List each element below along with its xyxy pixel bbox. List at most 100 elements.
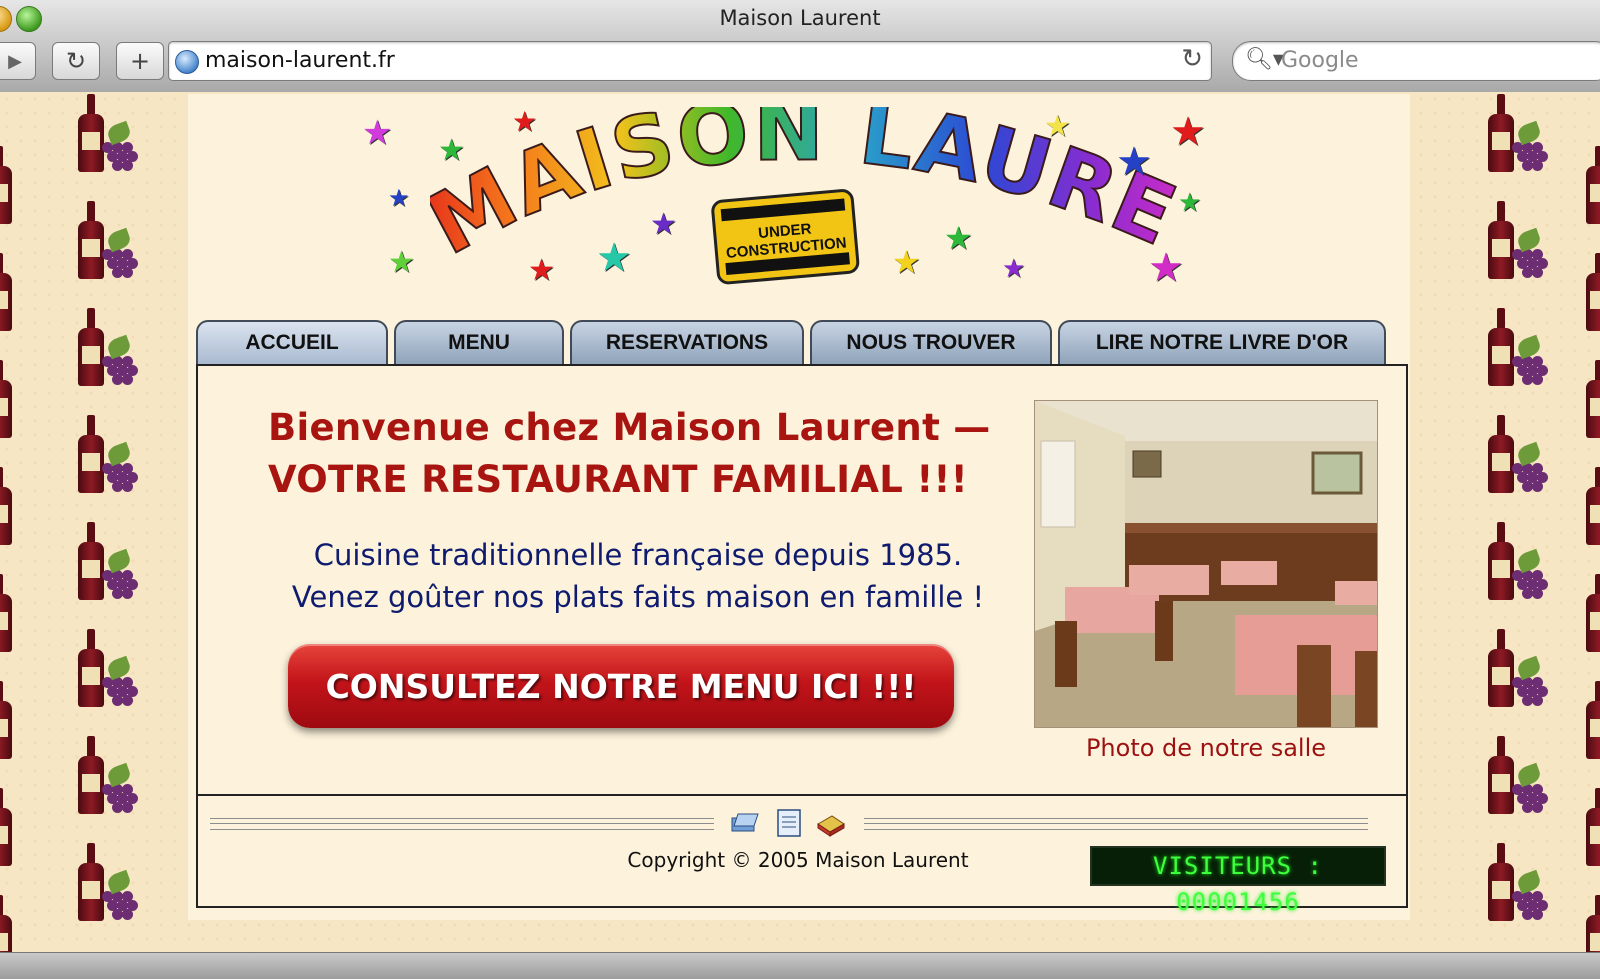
welcome-line-1: Bienvenue chez Maison Laurent — xyxy=(268,406,991,449)
wine-bottle-icon xyxy=(1488,629,1514,707)
intro-text: Cuisine traditionnelle française depuis … xyxy=(238,534,1038,618)
grapes-icon xyxy=(1512,249,1550,279)
window-bottom-bar xyxy=(0,952,1600,979)
grapes-icon xyxy=(102,356,140,386)
tab-label: RESERVATIONS xyxy=(605,331,769,354)
wine-bottle-icon xyxy=(0,146,12,224)
main-navigation: ACCUEIL MENU RESERVATIONS NOUS TROUVER L… xyxy=(196,320,1406,364)
content-panel: Bienvenue chez Maison Laurent — VOTRE RE… xyxy=(196,364,1408,916)
grapes-icon xyxy=(102,677,140,707)
grapes-icon xyxy=(1512,463,1550,493)
wine-bottle-icon xyxy=(78,94,104,172)
wine-bottle-icon xyxy=(1488,308,1514,386)
wine-bottle-icon xyxy=(0,895,12,952)
address-text[interactable]: maison-laurent.fr xyxy=(205,48,395,73)
wine-bottle-icon xyxy=(1586,574,1600,652)
wine-bottle-icon xyxy=(78,201,104,279)
search-field[interactable]: 🔍︎▾ Google xyxy=(1232,41,1600,81)
wine-bottle-icon xyxy=(1586,788,1600,866)
footer-divider xyxy=(198,794,1406,796)
star-icon: ★ xyxy=(1178,188,1202,218)
grapes-icon xyxy=(102,570,140,600)
reload-button[interactable]: ↻ xyxy=(52,42,100,80)
address-reload-icon[interactable]: ↻ xyxy=(1181,44,1203,74)
grapes-icon xyxy=(1512,891,1550,921)
wine-bottle-icon xyxy=(0,681,12,759)
star-icon: ★ xyxy=(1116,139,1152,185)
wine-bottle-icon xyxy=(1586,253,1600,331)
tab-accueil[interactable]: ACCUEIL xyxy=(196,320,388,364)
wine-bottle-icon xyxy=(1488,94,1514,172)
grapes-icon xyxy=(1512,784,1550,814)
wine-bottle-icon xyxy=(1586,681,1600,759)
window-titlebar: Maison Laurent xyxy=(0,0,1600,36)
site-favicon-icon xyxy=(175,50,199,74)
guestbook-icon[interactable] xyxy=(816,808,846,838)
tab-nous-trouver[interactable]: NOUS TROUVER xyxy=(810,320,1052,364)
address-bar[interactable]: maison-laurent.fr ↻ xyxy=(168,41,1212,81)
grapes-icon xyxy=(102,463,140,493)
grapes-icon xyxy=(102,784,140,814)
wine-bottle-icon xyxy=(1586,360,1600,438)
tab-label: NOUS TROUVER xyxy=(846,331,1016,354)
tab-label: MENU xyxy=(448,331,510,354)
wine-bottle-icon xyxy=(0,574,12,652)
email-icon[interactable] xyxy=(730,808,760,838)
star-icon: ★ xyxy=(1148,245,1184,291)
wine-bottle-icon xyxy=(78,843,104,921)
right-divider-line xyxy=(864,818,1368,830)
star-icon: ★ xyxy=(528,253,555,288)
view-menu-button[interactable]: CONSULTEZ NOTRE MENU ICI !!! xyxy=(288,644,954,728)
star-icon: ★ xyxy=(650,207,677,242)
grapes-icon xyxy=(102,142,140,172)
star-icon: ★ xyxy=(388,184,410,212)
wine-bottle-icon xyxy=(1488,201,1514,279)
star-icon: ★ xyxy=(362,113,393,153)
wine-bottle-icon xyxy=(0,360,12,438)
tab-livre-dor[interactable]: LIRE NOTRE LIVRE D'OR xyxy=(1058,320,1386,364)
grapes-icon xyxy=(102,249,140,279)
grapes-icon xyxy=(1512,677,1550,707)
magnifier-icon: 🔍︎▾ xyxy=(1245,47,1284,72)
reload-icon: ↻ xyxy=(65,47,87,75)
plus-icon: + xyxy=(129,47,151,75)
wine-bottle-icon xyxy=(78,308,104,386)
wine-bottle-icon xyxy=(78,629,104,707)
wine-bottle-icon xyxy=(1488,415,1514,493)
star-icon: ★ xyxy=(596,235,632,281)
tab-reservations[interactable]: RESERVATIONS xyxy=(570,320,804,364)
welcome-line-2: VOTRE RESTAURANT FAMILIAL !!! xyxy=(268,458,968,501)
tab-menu[interactable]: MENU xyxy=(394,320,564,364)
search-placeholder: Google xyxy=(1281,48,1359,73)
grapes-icon xyxy=(102,891,140,921)
tab-label: ACCUEIL xyxy=(245,331,339,354)
star-icon: ★ xyxy=(944,219,973,257)
wine-bottle-icon xyxy=(78,522,104,600)
star-icon: ★ xyxy=(892,243,921,281)
new-tab-button[interactable]: + xyxy=(116,42,164,80)
star-icon: ★ xyxy=(388,245,415,280)
grapes-icon xyxy=(1512,356,1550,386)
left-divider-line xyxy=(210,818,714,830)
tab-label: LIRE NOTRE LIVRE D'OR xyxy=(1095,331,1349,354)
window-title: Maison Laurent xyxy=(719,6,881,30)
forward-arrow-icon: ▶ xyxy=(8,50,22,72)
wine-bottle-icon xyxy=(1586,895,1600,952)
wine-bottle-icon xyxy=(1586,146,1600,224)
grapes-icon xyxy=(1512,570,1550,600)
star-icon: ★ xyxy=(512,105,538,138)
wine-bottle-icon xyxy=(1586,467,1600,545)
wine-bottle-icon xyxy=(78,736,104,814)
forward-button[interactable]: ▶ xyxy=(0,42,36,80)
wine-bottle-icon xyxy=(78,415,104,493)
browser-toolbar: ▶ ↻ + maison-laurent.fr ↻ 🔍︎▾ Google xyxy=(0,36,1600,93)
wine-bottle-icon xyxy=(0,788,12,866)
document-icon[interactable] xyxy=(774,808,804,838)
under-construction-sign: UNDER CONSTRUCTION xyxy=(711,189,860,285)
star-icon: ★ xyxy=(1044,109,1071,144)
visitor-counter: VISITEURS : 00001456 xyxy=(1090,846,1386,916)
photo-caption: Photo de notre salle xyxy=(1085,734,1327,762)
copyright-text: Copyright © 2005 Maison Laurent xyxy=(627,848,969,872)
wine-bottle-icon xyxy=(1488,843,1514,921)
star-icon: ★ xyxy=(438,133,465,168)
